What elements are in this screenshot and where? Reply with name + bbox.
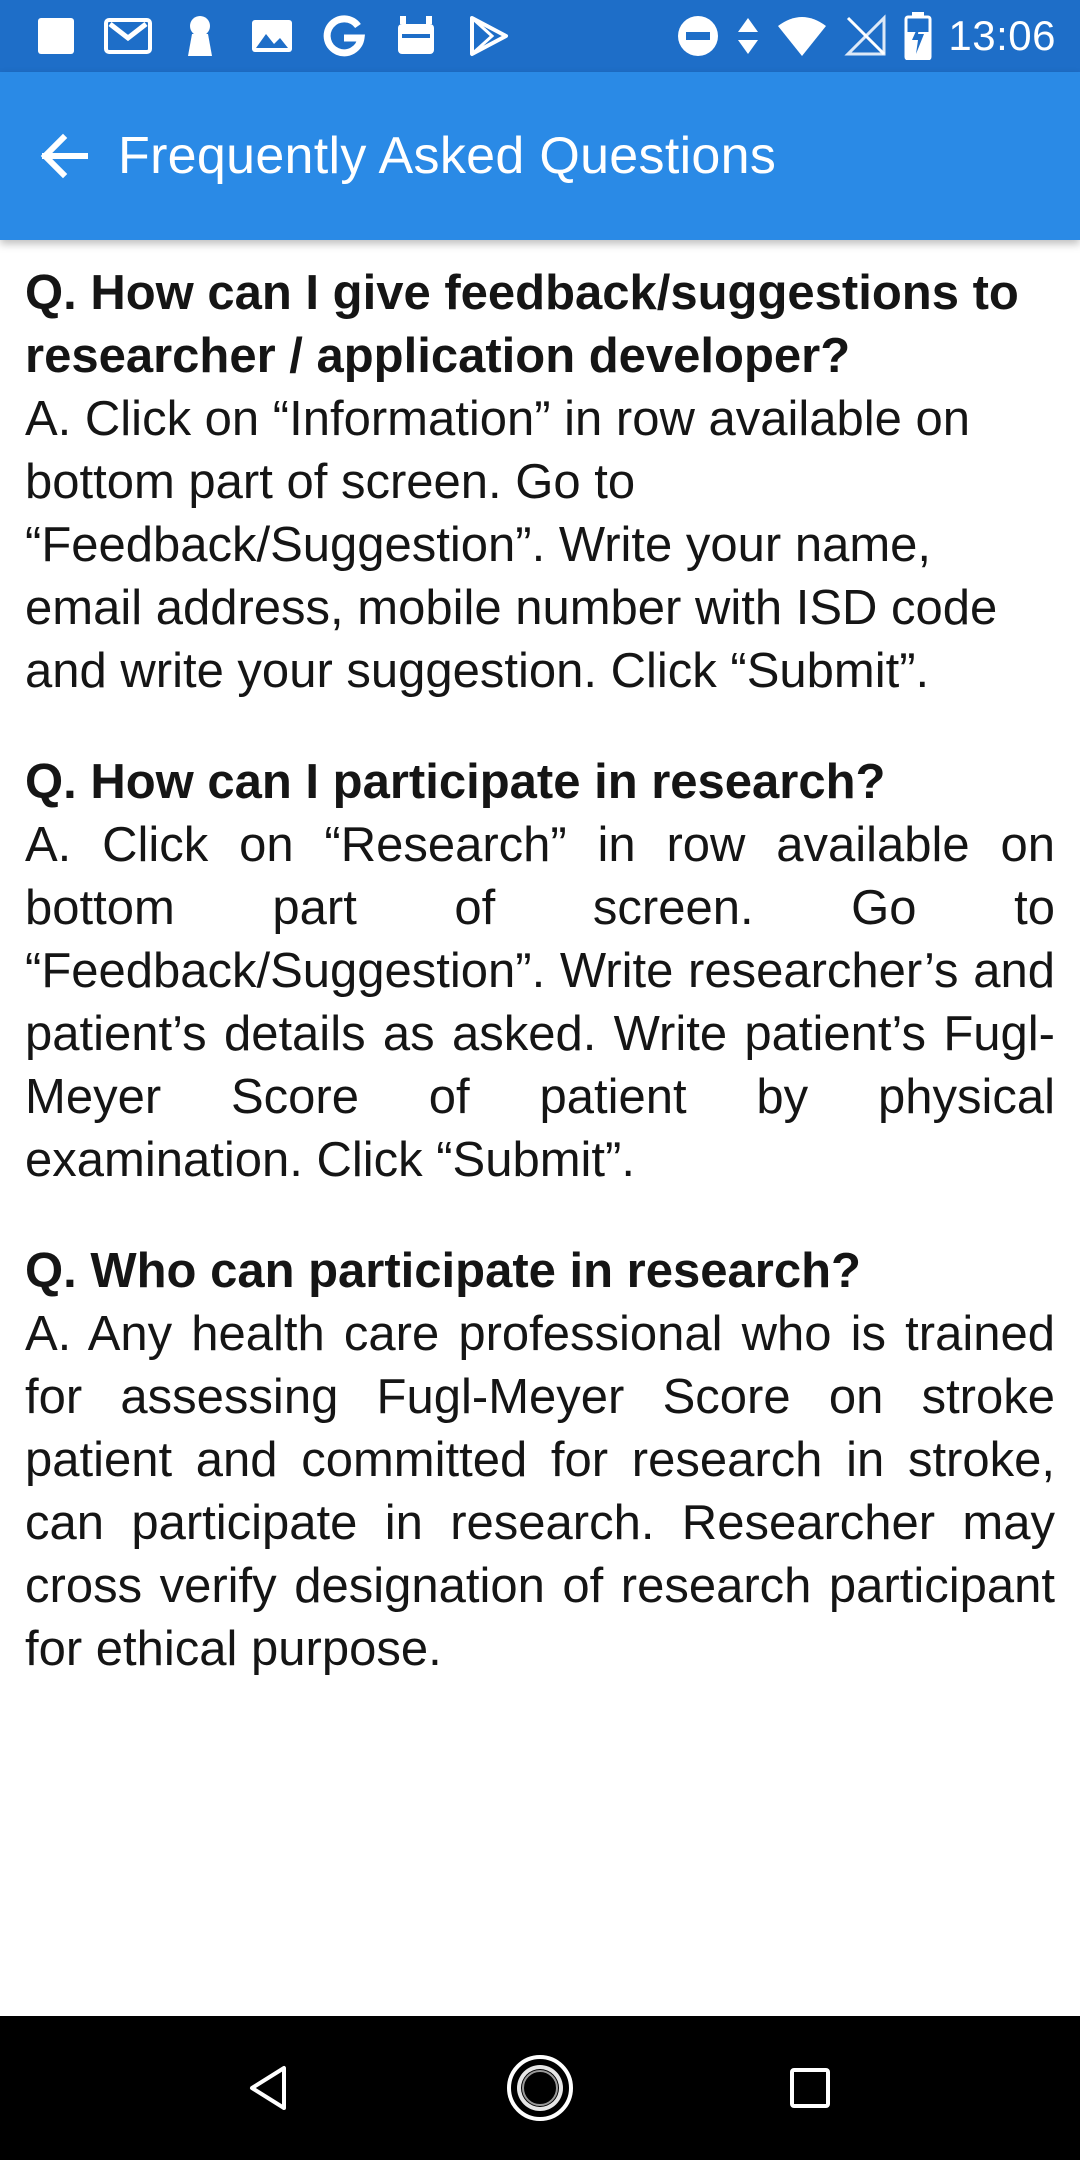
gallery-icon	[248, 12, 296, 60]
nav-back-button[interactable]	[234, 2052, 306, 2124]
navigation-bar	[0, 2016, 1080, 2160]
status-time: 13:06	[948, 12, 1056, 59]
gmail-icon	[104, 12, 152, 60]
keyhole-icon	[176, 12, 224, 60]
wifi-icon	[776, 12, 828, 60]
faq-list: Q. How can I give feedback/suggestions t…	[25, 262, 1055, 1729]
status-bar: 13:06	[0, 0, 1080, 72]
faq-answer: A. Any health care professional who is t…	[25, 1307, 1055, 1676]
arrow-back-icon	[40, 133, 88, 179]
faq-answer: A. Click on “Information” in row availab…	[25, 392, 998, 698]
app-square-icon	[32, 12, 80, 60]
play-store-icon	[464, 12, 512, 60]
back-triangle-icon	[250, 2066, 286, 2110]
faq-item: Q. How can I participate in research? A.…	[25, 751, 1055, 1192]
do-not-disturb-icon	[676, 12, 720, 60]
nav-recents-button[interactable]	[774, 2052, 846, 2124]
android-icon	[392, 12, 440, 60]
page-title: Frequently Asked Questions	[118, 127, 777, 185]
faq-item: Q. How can I give feedback/suggestions t…	[25, 262, 1055, 703]
faq-question: Q. Who can participate in research?	[25, 1244, 861, 1298]
faq-answer: A. Click on “Research” in row available …	[25, 818, 1055, 1187]
nav-home-button[interactable]	[504, 2052, 576, 2124]
faq-item: Q. Who can participate in research? A. A…	[25, 1240, 1055, 1681]
google-icon	[320, 12, 368, 60]
notification-icons	[32, 10, 536, 62]
data-arrows-icon	[736, 12, 760, 60]
faq-question: Q. How can I give feedback/suggestions t…	[25, 266, 1019, 383]
recents-square-icon	[790, 2068, 830, 2108]
no-signal-icon	[844, 12, 888, 60]
home-circle-icon	[507, 2055, 573, 2121]
faq-question: Q. How can I participate in research?	[25, 755, 886, 809]
system-icons: 13:06	[660, 10, 1056, 62]
app-bar: Frequently Asked Questions	[0, 72, 1080, 240]
battery-charging-icon	[904, 12, 932, 60]
back-button[interactable]	[28, 120, 100, 192]
